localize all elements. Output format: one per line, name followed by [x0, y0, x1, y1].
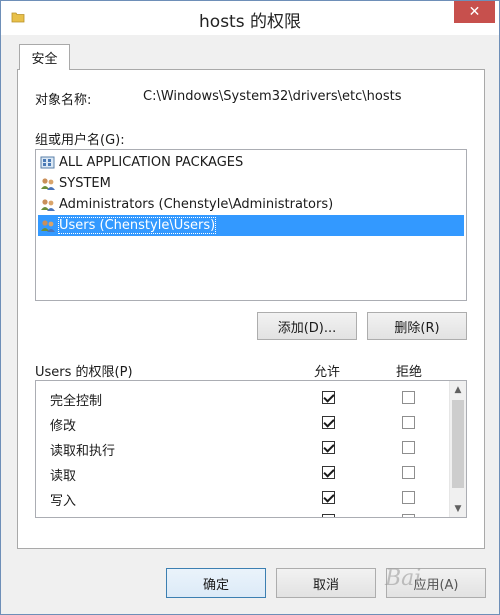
permissions-scrollbar[interactable]: ▲ ▼ — [449, 381, 466, 517]
allow-checkbox[interactable] — [322, 416, 335, 429]
users-group-icon — [41, 177, 55, 190]
list-item-label: ALL APPLICATION PACKAGES — [59, 155, 244, 170]
permission-name: 写入 — [50, 494, 77, 509]
close-button[interactable]: ✕ — [454, 1, 495, 23]
allow-checkbox[interactable] — [322, 441, 335, 454]
permissions-title: Users 的权限(P) — [35, 365, 133, 380]
permission-row-partial — [36, 511, 446, 517]
deny-checkbox[interactable] — [402, 416, 415, 429]
deny-checkbox[interactable] — [402, 466, 415, 479]
deny-checkbox[interactable] — [402, 391, 415, 404]
deny-checkbox[interactable] — [402, 514, 415, 517]
ok-button[interactable]: 确定 — [166, 568, 266, 598]
allow-header: 允许 — [314, 365, 341, 380]
permission-row: 写入 — [36, 486, 446, 511]
scroll-down-arrow-icon[interactable]: ▼ — [450, 500, 466, 517]
object-name-label: 对象名称: — [35, 93, 92, 108]
scrollbar-thumb[interactable] — [452, 400, 464, 488]
permission-row: 读取和执行 — [36, 436, 446, 461]
allow-checkbox[interactable] — [322, 491, 335, 504]
users-group-icon — [41, 219, 55, 232]
list-item-label: Administrators (Chenstyle\Administrators… — [59, 197, 334, 212]
tab-security[interactable]: 安全 — [19, 44, 70, 70]
group-user-list[interactable]: ALL APPLICATION PACKAGES SYSTEM Administ… — [35, 149, 467, 301]
add-button[interactable]: 添加(D)... — [257, 312, 357, 340]
allow-checkbox[interactable] — [322, 514, 335, 517]
users-group-icon — [41, 198, 55, 211]
window-title: hosts 的权限 — [199, 12, 301, 32]
list-item-label: Users (Chenstyle\Users) — [57, 217, 217, 234]
permission-name: 完全控制 — [50, 394, 103, 409]
group-user-label: 组或用户名(G): — [35, 133, 125, 148]
watermark: Bai — [385, 566, 422, 591]
tab-strip: 安全 — [17, 42, 485, 70]
deny-checkbox[interactable] — [402, 491, 415, 504]
permissions-list: 完全控制 修改 读取和执行 读取 写入 ▲ ▼ — [35, 380, 467, 518]
permission-row: 读取 — [36, 461, 446, 486]
permission-name: 修改 — [50, 419, 77, 434]
cancel-button[interactable]: 取消 — [276, 568, 376, 598]
app-packages-icon — [40, 156, 55, 168]
object-name-value: C:\Windows\System32\drivers\etc\hosts — [143, 89, 402, 104]
list-item[interactable]: SYSTEM — [38, 173, 464, 194]
allow-checkbox[interactable] — [322, 466, 335, 479]
list-item-label: SYSTEM — [59, 176, 111, 191]
permission-row: 完全控制 — [36, 386, 446, 411]
list-item[interactable]: Users (Chenstyle\Users) — [38, 215, 464, 236]
scroll-up-arrow-icon[interactable]: ▲ — [450, 381, 466, 398]
close-icon: ✕ — [468, 4, 481, 20]
permissions-dialog: hosts 的权限 ✕ 安全 对象名称: C:\Windows\System32… — [0, 0, 500, 615]
allow-checkbox[interactable] — [322, 391, 335, 404]
deny-checkbox[interactable] — [402, 441, 415, 454]
list-item[interactable]: Administrators (Chenstyle\Administrators… — [38, 194, 464, 215]
permission-name: 读取和执行 — [50, 444, 116, 459]
list-item[interactable]: ALL APPLICATION PACKAGES — [38, 152, 464, 173]
title-bar[interactable]: hosts 的权限 ✕ — [1, 1, 499, 35]
deny-header: 拒绝 — [396, 365, 423, 380]
permission-name: 读取 — [50, 469, 77, 484]
remove-button[interactable]: 删除(R) — [367, 312, 467, 340]
permission-row: 修改 — [36, 411, 446, 436]
